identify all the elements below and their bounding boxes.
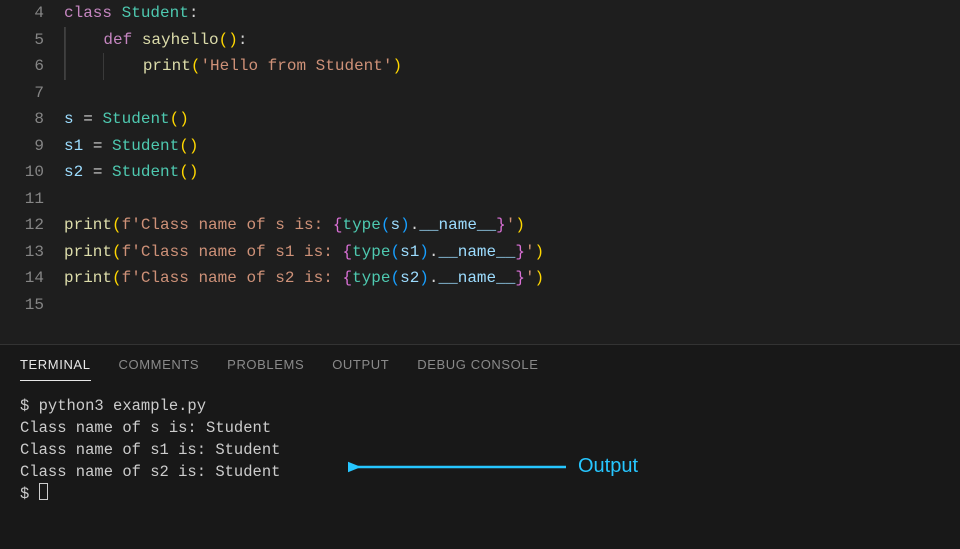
code-line[interactable]: print(f'Class name of s1 is: {type(s1)._… xyxy=(64,239,960,266)
terminal-prompt[interactable]: $ xyxy=(20,483,940,505)
line-number: 4 xyxy=(0,0,44,27)
line-number: 7 xyxy=(0,80,44,107)
code-editor[interactable]: 456789101112131415 class Student: def sa… xyxy=(0,0,960,344)
tab-comments[interactable]: COMMENTS xyxy=(119,357,200,381)
line-number: 10 xyxy=(0,159,44,186)
code-line[interactable]: print(f'Class name of s2 is: {type(s2)._… xyxy=(64,265,960,292)
line-number: 11 xyxy=(0,186,44,213)
code-line[interactable]: def sayhello(): xyxy=(64,27,960,54)
line-number: 5 xyxy=(0,27,44,54)
line-number: 8 xyxy=(0,106,44,133)
line-number: 12 xyxy=(0,212,44,239)
panel-tabs: TERMINAL COMMENTS PROBLEMS OUTPUT DEBUG … xyxy=(0,345,960,381)
code-line[interactable] xyxy=(64,80,960,107)
code-line[interactable]: s = Student() xyxy=(64,106,960,133)
code-line[interactable]: print(f'Class name of s is: {type(s).__n… xyxy=(64,212,960,239)
tab-output[interactable]: OUTPUT xyxy=(332,357,389,381)
tab-terminal[interactable]: TERMINAL xyxy=(20,357,91,381)
line-number: 13 xyxy=(0,239,44,266)
tab-debug-console[interactable]: DEBUG CONSOLE xyxy=(417,357,538,381)
line-number-gutter: 456789101112131415 xyxy=(0,0,64,344)
terminal-cursor xyxy=(39,483,48,500)
terminal-content[interactable]: $ python3 example.py Class name of s is:… xyxy=(0,381,960,519)
code-line[interactable]: s2 = Student() xyxy=(64,159,960,186)
code-content[interactable]: class Student: def sayhello(): print('He… xyxy=(64,0,960,344)
tab-problems[interactable]: PROBLEMS xyxy=(227,357,304,381)
bottom-panel: TERMINAL COMMENTS PROBLEMS OUTPUT DEBUG … xyxy=(0,344,960,549)
code-line[interactable] xyxy=(64,292,960,319)
line-number: 14 xyxy=(0,265,44,292)
code-line[interactable]: class Student: xyxy=(64,0,960,27)
code-line[interactable] xyxy=(64,186,960,213)
code-line[interactable]: print('Hello from Student') xyxy=(64,53,960,80)
line-number: 9 xyxy=(0,133,44,160)
line-number: 6 xyxy=(0,53,44,80)
code-line[interactable]: s1 = Student() xyxy=(64,133,960,160)
line-number: 15 xyxy=(0,292,44,319)
